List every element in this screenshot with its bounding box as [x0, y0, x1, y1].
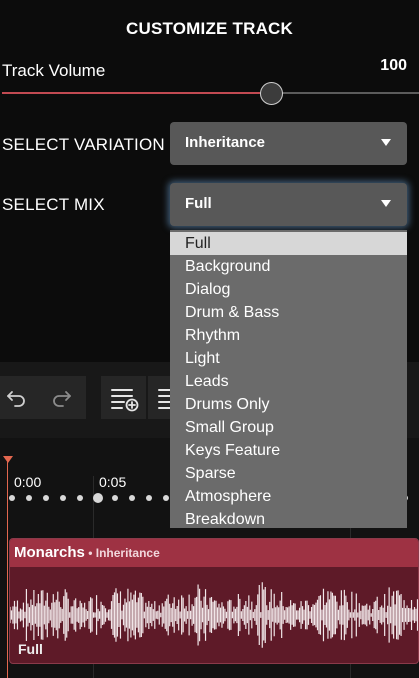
beat-dot — [93, 493, 103, 503]
mix-option[interactable]: Drum & Bass — [170, 301, 407, 324]
caret-down-icon — [381, 139, 391, 146]
clip-separator: • — [84, 546, 96, 560]
track-clip[interactable]: Monarchs • Inheritance Full — [9, 538, 419, 664]
track-volume-label: Track Volume — [2, 61, 106, 80]
variation-select[interactable]: Inheritance — [170, 122, 407, 165]
volume-slider-thumb[interactable] — [260, 82, 283, 105]
mix-select-value: Full — [185, 195, 212, 212]
select-mix-label: SELECT MIX — [2, 195, 105, 214]
mix-option[interactable]: Rhythm — [170, 324, 407, 347]
mix-dropdown-list: Full Background Dialog Drum & Bass Rhythm Lig… — [170, 230, 407, 528]
time-tick-label: 0:05 — [99, 474, 127, 490]
track-volume-value: 100 — [380, 57, 407, 74]
history-button-group — [0, 376, 86, 419]
mix-option[interactable]: Keys Feature — [170, 439, 407, 462]
mix-option[interactable]: Dialog — [170, 278, 407, 301]
waveform — [10, 582, 418, 648]
clip-mix-name: Full — [18, 641, 43, 657]
beat-dot — [43, 495, 49, 501]
beat-dot — [129, 495, 135, 501]
mix-option[interactable]: Atmosphere — [170, 485, 407, 508]
mix-option[interactable]: Leads — [170, 370, 407, 393]
beat-dot — [60, 495, 66, 501]
playhead-marker[interactable] — [3, 456, 13, 463]
add-section-icon — [111, 389, 139, 412]
add-section-button[interactable] — [101, 376, 146, 419]
variation-select-value: Inheritance — [185, 134, 266, 151]
clip-header: Monarchs • Inheritance — [10, 539, 418, 567]
beat-dot — [9, 495, 15, 501]
mix-option[interactable]: Sparse — [170, 462, 407, 485]
select-variation-label: SELECT VARIATION — [2, 135, 165, 154]
playhead[interactable] — [7, 458, 8, 678]
mix-option[interactable]: Drums Only — [170, 393, 407, 416]
volume-slider-fill — [2, 92, 260, 94]
mix-option[interactable]: Full — [170, 232, 407, 255]
mix-select[interactable]: Full — [170, 183, 407, 226]
caret-down-icon — [381, 200, 391, 207]
mix-option[interactable]: Light — [170, 347, 407, 370]
mix-option[interactable]: Background — [170, 255, 407, 278]
beat-dot — [26, 495, 32, 501]
mix-option[interactable]: Small Group — [170, 416, 407, 439]
undo-icon[interactable] — [6, 388, 28, 408]
panel-title: CUSTOMIZE TRACK — [125, 19, 293, 38]
clip-track-name: Monarchs — [14, 544, 85, 561]
clip-title: Monarchs • Inheritance — [14, 544, 160, 561]
mix-option[interactable]: Breakdown — [170, 508, 407, 531]
clip-variation-name: Inheritance — [95, 546, 160, 560]
beat-dot — [112, 495, 118, 501]
redo-icon[interactable] — [50, 388, 72, 408]
time-tick-label: 0:00 — [14, 474, 42, 490]
beat-dot — [163, 495, 169, 501]
beat-dot — [77, 495, 83, 501]
beat-dot — [146, 495, 152, 501]
